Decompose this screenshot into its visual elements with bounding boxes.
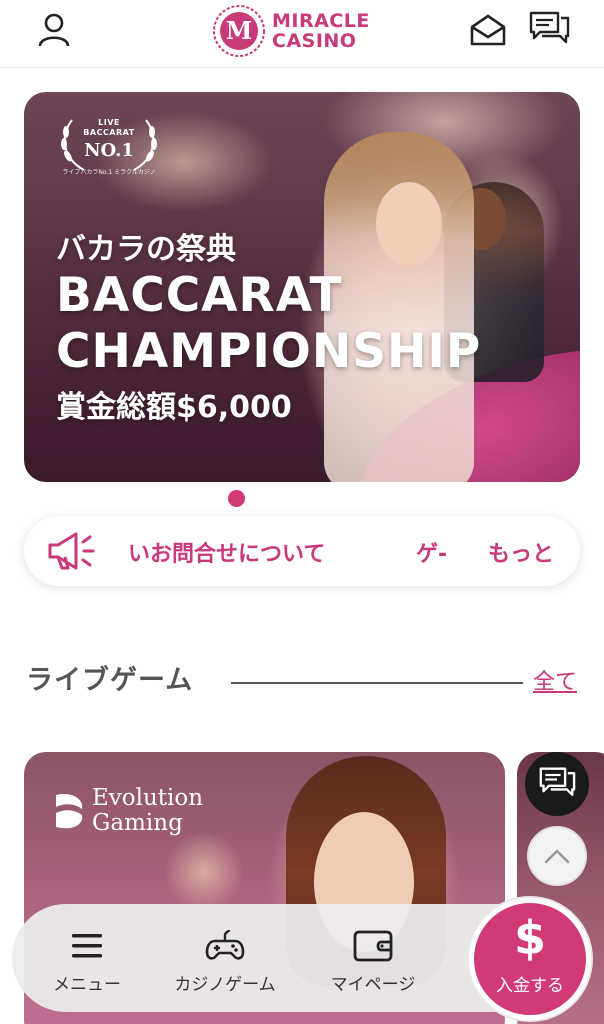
chat-bubble-icon bbox=[539, 767, 576, 796]
hero-prize: 賞金総額$6,000 bbox=[56, 390, 292, 425]
wallet-icon bbox=[353, 930, 393, 962]
nav-menu[interactable]: メニュー bbox=[22, 926, 152, 995]
nav-mypage-label: マイページ bbox=[330, 975, 416, 995]
notice-more-link[interactable]: もっと bbox=[488, 536, 554, 568]
hero-title-line1: BACCARAT bbox=[56, 268, 343, 323]
view-all-link[interactable]: 全て bbox=[533, 664, 577, 696]
no1-badge: LIVE BACCARAT NO.1 ライブバカラNo.1 ミラクルカジノ bbox=[54, 110, 164, 190]
section-divider bbox=[231, 682, 523, 684]
notice-ticker-text[interactable]: いお問合せについて bbox=[128, 536, 325, 568]
nav-menu-label: メニュー bbox=[53, 975, 121, 995]
carousel-dot-active[interactable] bbox=[228, 490, 245, 507]
evolution-logo-icon bbox=[56, 793, 83, 829]
model-face bbox=[376, 182, 442, 266]
chevron-up-icon bbox=[544, 849, 570, 864]
nav-casino-games[interactable]: カジノゲーム bbox=[160, 926, 290, 995]
live-chat-button[interactable] bbox=[525, 752, 589, 816]
mail-icon[interactable] bbox=[466, 8, 510, 52]
logo-line1: MIRACLE bbox=[272, 10, 370, 32]
hero-subtitle: バカラの祭典 bbox=[56, 232, 236, 267]
chat-icon[interactable] bbox=[527, 8, 571, 52]
brand-name: MIRACLE CASINO bbox=[272, 11, 370, 51]
deposit-button[interactable]: $ 入金する bbox=[469, 898, 591, 1020]
notice-bar[interactable]: いお問合せについて ゲ- もっと bbox=[24, 516, 580, 586]
scroll-to-top-button[interactable] bbox=[527, 826, 587, 886]
hero-title-line2: CHAMPIONSHIP bbox=[56, 324, 482, 379]
brand-logo[interactable]: M MIRACLE CASINO bbox=[212, 2, 370, 60]
evolution-gaming-logo: Evolution Gaming bbox=[52, 786, 203, 836]
notice-ticker-next[interactable]: ゲ- bbox=[416, 536, 447, 568]
hero-banner[interactable]: LIVE BACCARAT NO.1 ライブバカラNo.1 ミラクルカジノ バカ… bbox=[24, 92, 580, 482]
gamepad-icon bbox=[205, 929, 245, 960]
top-header: M MIRACLE CASINO bbox=[0, 0, 604, 68]
nav-casino-games-label: カジノゲーム bbox=[174, 975, 276, 995]
provider-line1: Evolution bbox=[92, 785, 204, 811]
badge-sub: ライブバカラNo.1 ミラクルカジノ bbox=[62, 169, 156, 176]
nav-mypage[interactable]: マイページ bbox=[308, 926, 438, 995]
section-title-live-games: ライブゲーム bbox=[26, 665, 194, 696]
logo-mark-icon: M bbox=[213, 5, 265, 57]
megaphone-icon bbox=[48, 532, 95, 570]
logo-line2: CASINO bbox=[272, 30, 357, 52]
dollar-icon: $ bbox=[513, 911, 546, 965]
deposit-label: 入金する bbox=[496, 976, 564, 996]
menu-icon bbox=[72, 934, 102, 958]
svg-text:M: M bbox=[226, 16, 253, 45]
provider-line2: Gaming bbox=[92, 810, 183, 836]
user-icon[interactable] bbox=[32, 8, 76, 52]
